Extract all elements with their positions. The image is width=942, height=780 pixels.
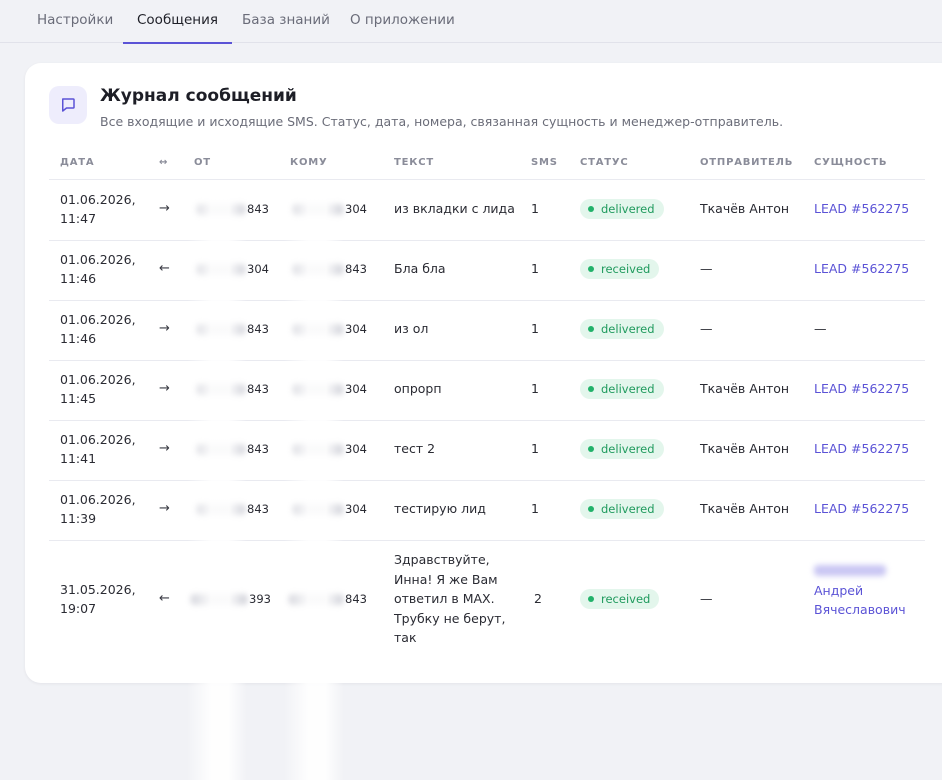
row-time: 11:47 <box>60 211 97 226</box>
sms-count: 1 <box>531 201 539 216</box>
sms-count: 1 <box>531 261 539 276</box>
col-sender[interactable]: ОТПРАВИТЕЛЬ <box>700 157 793 168</box>
table-row[interactable]: 01.06.2026, 11:47 → 843 304 из вкладки с … <box>25 180 925 240</box>
col-direction: ↔ <box>159 157 169 168</box>
row-date: 31.05.2026, <box>60 582 136 597</box>
entity-link[interactable]: LEAD #562275 <box>814 381 909 396</box>
message-text: тестирую лид <box>394 501 486 516</box>
status-dot-icon <box>588 506 594 512</box>
sender-name: — <box>700 261 713 276</box>
row-date: 01.06.2026, <box>60 492 136 507</box>
sender-name: — <box>700 591 713 606</box>
message-text: из ол <box>394 321 429 336</box>
status-badge: delivered <box>580 379 664 399</box>
sms-count: 1 <box>531 501 539 516</box>
status-badge: delivered <box>580 499 664 519</box>
entity-link[interactable]: LEAD #562275 <box>814 261 909 276</box>
col-from[interactable]: ОТ <box>194 157 211 168</box>
col-status[interactable]: СТАТУС <box>580 157 629 168</box>
row-time: 19:07 <box>60 601 97 616</box>
col-entity[interactable]: СУЩНОСТЬ <box>814 157 887 168</box>
direction-out-icon: → <box>159 441 170 456</box>
sms-count: 1 <box>531 381 539 396</box>
entity-link[interactable]: LEAD #562275 <box>814 501 909 516</box>
sms-count: 2 <box>534 591 542 606</box>
top-tabs: Настройки Сообщения База знаний О прилож… <box>0 0 942 44</box>
table-row[interactable]: 31.05.2026, 19:07 ← 393 843 Здравствуйте,… <box>25 540 925 660</box>
privacy-mask <box>284 180 344 780</box>
col-to[interactable]: КОМУ <box>290 157 328 168</box>
row-time: 11:39 <box>60 511 97 526</box>
sender-name: Ткачёв Антон <box>700 201 790 216</box>
row-date: 01.06.2026, <box>60 432 136 447</box>
entity-link[interactable]: LEAD #562275 <box>814 441 909 456</box>
direction-out-icon: → <box>159 501 170 516</box>
direction-out-icon: → <box>159 381 170 396</box>
chat-bubble-icon <box>49 86 87 124</box>
status-dot-icon <box>588 266 594 272</box>
tab-settings[interactable]: Настройки <box>37 0 113 43</box>
table-row[interactable]: 01.06.2026, 11:39 → 843 304 тестирую лид … <box>25 480 925 540</box>
sender-name: Ткачёв Антон <box>700 501 790 516</box>
row-time: 11:46 <box>60 271 97 286</box>
message-text: из вкладки с лида <box>394 201 515 216</box>
row-date: 01.06.2026, <box>60 372 136 387</box>
direction-out-icon: → <box>159 321 170 336</box>
status-dot-icon <box>588 326 594 332</box>
sms-count: 1 <box>531 321 539 336</box>
direction-out-icon: → <box>159 201 170 216</box>
page-title: Журнал сообщений <box>100 86 297 106</box>
entity-empty: — <box>814 321 827 336</box>
row-time: 11:46 <box>60 331 97 346</box>
message-text: тест 2 <box>394 441 436 456</box>
row-time: 11:41 <box>60 451 97 466</box>
message-text: Здравствуйте, Инна! Я же Вам ответил в M… <box>394 552 506 645</box>
status-dot-icon <box>588 596 594 602</box>
row-date: 01.06.2026, <box>60 252 136 267</box>
status-badge: received <box>580 589 660 609</box>
row-time: 11:45 <box>60 391 97 406</box>
table-row[interactable]: 01.06.2026, 11:41 → 843 304 тест 2 1 deli… <box>25 420 925 480</box>
row-date: 01.06.2026, <box>60 312 136 327</box>
message-text: Бла бла <box>394 261 446 276</box>
status-dot-icon <box>588 446 594 452</box>
direction-in-icon: ← <box>159 591 170 606</box>
tab-knowledge-base[interactable]: База знаний <box>242 0 330 43</box>
status-badge: delivered <box>580 439 664 459</box>
sender-name: Ткачёв Антон <box>700 441 790 456</box>
table-row[interactable]: 01.06.2026, 11:46 → 843 304 из ол 1 deliv… <box>25 300 925 360</box>
sender-name: — <box>700 321 713 336</box>
sms-count: 1 <box>531 441 539 456</box>
privacy-mask <box>187 180 247 780</box>
status-dot-icon <box>588 386 594 392</box>
page-subtitle: Все входящие и исходящие SMS. Статус, да… <box>100 114 784 129</box>
message-text: опрорп <box>394 381 442 396</box>
table-row[interactable]: 01.06.2026, 11:45 → 843 304 опрорп 1 deli… <box>25 360 925 420</box>
status-badge: delivered <box>580 199 664 219</box>
col-sms[interactable]: SMS <box>531 157 558 168</box>
status-badge: delivered <box>580 319 664 339</box>
entity-link[interactable]: LEAD #562275 <box>814 201 909 216</box>
messages-log-card: Журнал сообщений Все входящие и исходящи… <box>25 63 942 683</box>
tab-about[interactable]: О приложении <box>350 0 455 43</box>
row-date: 01.06.2026, <box>60 192 136 207</box>
col-text[interactable]: ТЕКСТ <box>394 157 434 168</box>
tab-messages[interactable]: Сообщения <box>122 0 233 44</box>
sender-name: Ткачёв Антон <box>700 381 790 396</box>
table-row[interactable]: 01.06.2026, 11:46 ← 304 843 Бла бла 1 rec… <box>25 240 925 300</box>
entity-contact-link[interactable]: Андрей Вячеславович <box>814 562 924 619</box>
status-badge: received <box>580 259 660 279</box>
direction-in-icon: ← <box>159 261 170 276</box>
status-dot-icon <box>588 206 594 212</box>
col-date[interactable]: ДАТА <box>60 157 94 168</box>
